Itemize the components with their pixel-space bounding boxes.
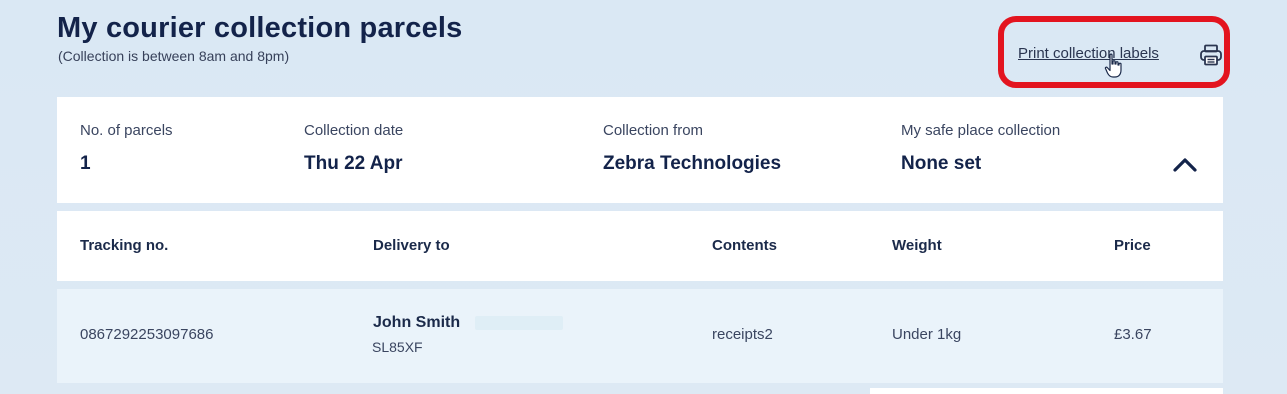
collection-from-group: Collection from Zebra Technologies <box>603 122 781 175</box>
print-collection-labels-link[interactable]: Print collection labels <box>1018 45 1159 62</box>
column-header-tracking: Tracking no. <box>80 237 169 254</box>
table-row[interactable]: 0867292253097686 John Smith SL85XF recei… <box>57 289 1223 383</box>
parcel-weight: Under 1kg <box>892 326 962 343</box>
printer-icon[interactable] <box>1199 44 1223 66</box>
column-header-contents: Contents <box>712 237 777 254</box>
collection-date-label: Collection date <box>304 122 404 139</box>
parcel-price: £3.67 <box>1114 326 1152 343</box>
collection-hours-note: (Collection is between 8am and 8pm) <box>58 48 290 64</box>
collection-summary-card: No. of parcels 1 Collection date Thu 22 … <box>57 97 1223 203</box>
column-header-delivery: Delivery to <box>373 237 450 254</box>
hand-pointer-icon <box>1104 53 1124 79</box>
recipient-postcode: SL85XF <box>372 339 423 355</box>
parcel-contents: receipts2 <box>712 326 773 343</box>
parcels-count-value: 1 <box>80 153 91 174</box>
next-row-edge <box>870 388 1223 394</box>
parcels-table-header: Tracking no. Delivery to Contents Weight… <box>57 211 1223 281</box>
page-title: My courier collection parcels <box>57 12 463 44</box>
redacted-address <box>475 316 563 330</box>
collection-date-value: Thu 22 Apr <box>304 153 403 174</box>
page: My courier collection parcels (Collectio… <box>0 0 1287 394</box>
tracking-number: 0867292253097686 <box>80 326 214 343</box>
chevron-up-icon[interactable] <box>1172 155 1198 173</box>
recipient-name: John Smith <box>373 314 461 331</box>
safe-place-value: None set <box>901 153 982 174</box>
safe-place-group: My safe place collection None set <box>901 122 1060 175</box>
safe-place-label: My safe place collection <box>901 122 1061 139</box>
column-header-weight: Weight <box>892 237 942 254</box>
parcels-count-label: No. of parcels <box>80 122 173 139</box>
parcels-count-group: No. of parcels 1 <box>80 122 173 175</box>
collection-from-value: Zebra Technologies <box>603 153 782 174</box>
collection-from-label: Collection from <box>603 122 704 139</box>
column-header-price: Price <box>1114 237 1151 254</box>
collection-date-group: Collection date Thu 22 Apr <box>304 122 403 175</box>
